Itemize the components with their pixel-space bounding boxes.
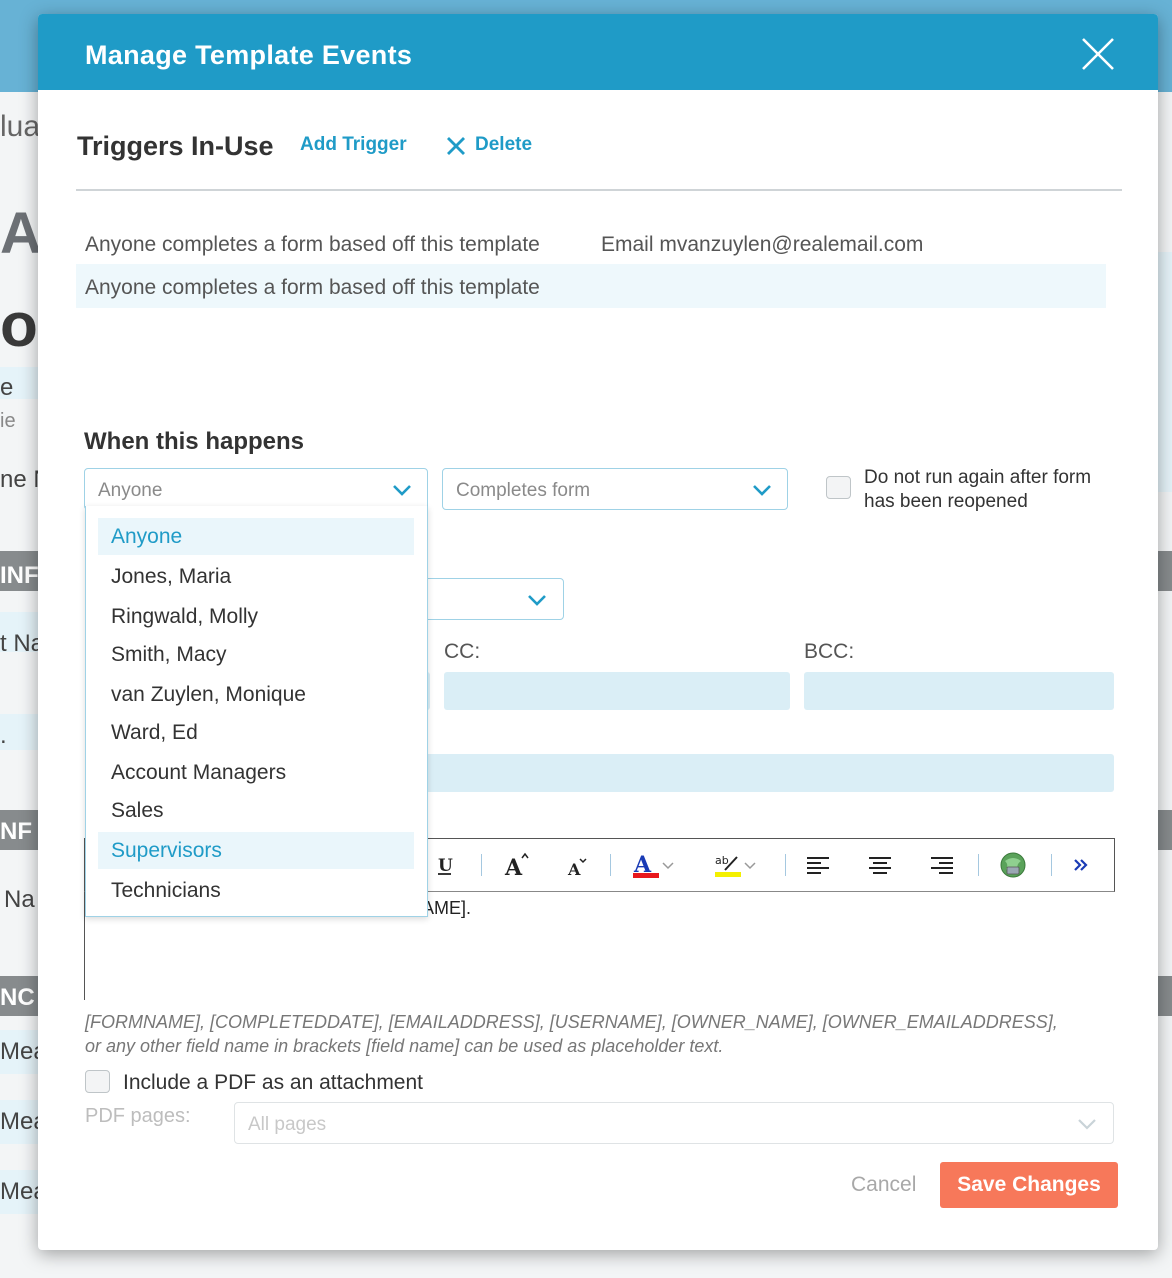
toolbar-separator bbox=[785, 854, 786, 876]
dropdown-option[interactable]: Anyone bbox=[98, 518, 414, 555]
close-button[interactable] bbox=[1078, 34, 1118, 74]
delete-icon[interactable] bbox=[444, 134, 468, 158]
event-select[interactable]: Completes form bbox=[442, 468, 788, 510]
dropdown-option[interactable]: Smith, Macy bbox=[98, 636, 414, 673]
section-divider bbox=[76, 189, 1122, 191]
close-icon bbox=[1082, 38, 1114, 70]
trigger-row-selected[interactable]: Anyone completes a form based off this t… bbox=[76, 264, 1106, 308]
reopen-label-line1: Do not run again after form bbox=[864, 467, 1092, 488]
cancel-button[interactable]: Cancel bbox=[851, 1173, 916, 1197]
chevron-down-icon bbox=[528, 595, 546, 606]
add-trigger-link[interactable]: Add Trigger bbox=[300, 134, 407, 156]
background-band bbox=[1158, 551, 1172, 591]
when-this-happens-title: When this happens bbox=[84, 428, 305, 455]
trigger-row[interactable]: Anyone completes a form based off this t… bbox=[76, 221, 1106, 265]
underline-icon[interactable]: U bbox=[435, 851, 455, 879]
bcc-label: BCC: bbox=[804, 640, 855, 663]
reopen-checkbox[interactable] bbox=[826, 476, 851, 499]
subject-input[interactable] bbox=[418, 754, 1114, 792]
save-changes-button[interactable]: Save Changes bbox=[940, 1162, 1118, 1208]
font-size-decrease-icon[interactable]: A bbox=[565, 851, 591, 879]
reopen-label-line2: has been reopened bbox=[864, 491, 1028, 512]
chevron-down-icon bbox=[1078, 1119, 1096, 1130]
align-center-icon[interactable] bbox=[867, 851, 893, 879]
background-text: A bbox=[0, 201, 42, 266]
background-text: lua bbox=[0, 110, 41, 143]
background-text: Na bbox=[4, 886, 35, 913]
trigger-event: Anyone completes a form based off this t… bbox=[85, 276, 540, 299]
include-pdf-checkbox[interactable] bbox=[85, 1070, 110, 1093]
who-dropdown-list: Anyone Jones, Maria Ringwald, Molly Smit… bbox=[85, 506, 428, 917]
toolbar-separator bbox=[481, 854, 482, 876]
svg-text:A: A bbox=[567, 860, 581, 879]
svg-text:U: U bbox=[438, 856, 453, 876]
delete-link[interactable]: Delete bbox=[475, 134, 532, 156]
cc-label: CC: bbox=[444, 640, 481, 663]
pdf-pages-label: PDF pages: bbox=[85, 1105, 191, 1127]
toolbar-separator bbox=[978, 854, 979, 876]
align-right-icon[interactable] bbox=[929, 851, 955, 879]
dropdown-option[interactable]: Technicians bbox=[98, 872, 414, 909]
recipient-select[interactable] bbox=[418, 578, 564, 620]
svg-text:A: A bbox=[504, 855, 523, 879]
dropdown-option[interactable]: Ward, Ed bbox=[98, 714, 414, 751]
who-select-value: Anyone bbox=[98, 480, 163, 501]
insert-link-icon[interactable] bbox=[999, 851, 1027, 879]
dropdown-option[interactable]: Sales bbox=[98, 792, 414, 829]
trigger-event: Anyone completes a form based off this t… bbox=[85, 233, 540, 256]
background-text: NC bbox=[0, 984, 35, 1011]
background-text: e bbox=[0, 374, 14, 401]
pdf-pages-select-value: All pages bbox=[248, 1114, 327, 1135]
triggers-section-title: Triggers In-Use bbox=[77, 131, 274, 161]
toolbar-separator bbox=[610, 854, 611, 876]
who-select[interactable]: Anyone bbox=[84, 468, 428, 510]
cc-input[interactable] bbox=[444, 672, 790, 710]
placeholder-hint-line2: or any other field name in brackets [fie… bbox=[85, 1036, 724, 1056]
chevron-down-icon bbox=[393, 485, 411, 496]
chevron-down-icon bbox=[753, 485, 771, 496]
svg-text:ab: ab bbox=[715, 854, 729, 867]
background-band bbox=[1158, 976, 1172, 1016]
trigger-action: Email mvanzuylen@realemail.com bbox=[601, 233, 924, 256]
align-left-icon[interactable] bbox=[805, 851, 831, 879]
event-select-value: Completes form bbox=[456, 480, 591, 501]
include-pdf-label: Include a PDF as an attachment bbox=[123, 1071, 423, 1094]
pdf-pages-select[interactable]: All pages bbox=[234, 1102, 1114, 1144]
modal-header: Manage Template Events bbox=[38, 14, 1158, 90]
dropdown-option[interactable]: Account Managers bbox=[98, 754, 414, 791]
background-band bbox=[1158, 252, 1172, 492]
font-size-increase-icon[interactable]: A bbox=[503, 851, 531, 879]
dropdown-option[interactable]: Ringwald, Molly bbox=[98, 598, 414, 635]
background-text: . bbox=[0, 722, 7, 749]
manage-template-events-modal: Manage Template Events Triggers In-Use A… bbox=[38, 14, 1158, 1250]
background-text: INF bbox=[0, 562, 39, 589]
dropdown-option[interactable]: van Zuylen, Monique bbox=[98, 676, 414, 713]
more-icon[interactable] bbox=[1071, 851, 1091, 879]
dropdown-option[interactable]: Jones, Maria bbox=[98, 558, 414, 595]
background-text: ie bbox=[0, 410, 16, 432]
background-band bbox=[1158, 810, 1172, 850]
highlight-color-icon[interactable]: ab bbox=[713, 851, 763, 879]
email-body-text: AME]. bbox=[422, 898, 472, 918]
modal-title: Manage Template Events bbox=[85, 40, 413, 70]
placeholder-hint-line1: [FORMNAME], [COMPLETEDDATE], [EMAILADDRE… bbox=[85, 1012, 1058, 1032]
background-text: NF bbox=[0, 818, 32, 845]
text-color-icon[interactable]: A bbox=[631, 851, 679, 879]
toolbar-separator bbox=[1051, 854, 1052, 876]
dropdown-option[interactable]: Supervisors bbox=[98, 832, 414, 869]
bcc-input[interactable] bbox=[804, 672, 1114, 710]
